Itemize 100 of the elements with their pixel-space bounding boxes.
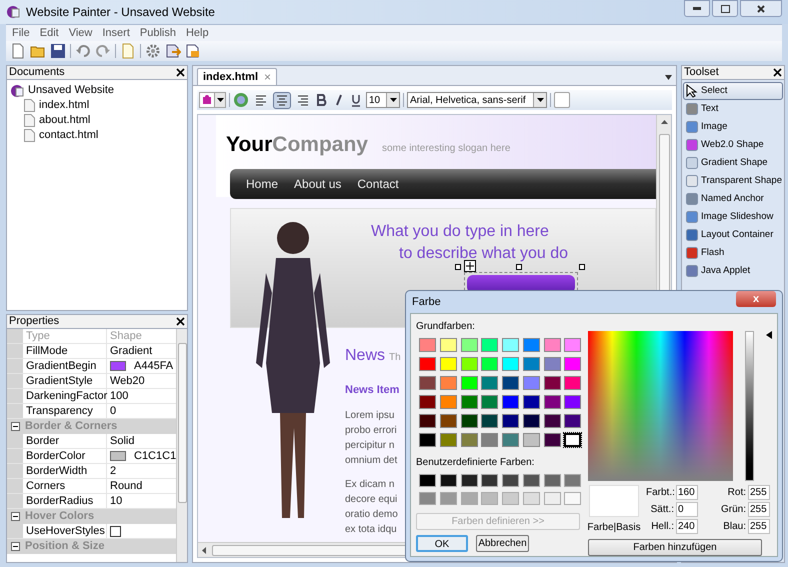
color-swatch[interactable] [522, 414, 540, 428]
color-swatch[interactable] [522, 395, 540, 409]
align-center-button[interactable] [273, 92, 291, 108]
color-swatch[interactable] [544, 474, 560, 487]
gear-icon[interactable] [145, 43, 161, 59]
close-icon[interactable] [176, 68, 185, 77]
cancel-button[interactable]: Abbrechen [476, 535, 529, 552]
color-swatch[interactable] [419, 395, 436, 409]
input-field[interactable]: 240 [676, 519, 698, 534]
color-swatch[interactable] [460, 414, 478, 428]
color-swatch[interactable] [522, 338, 540, 352]
color-swatch[interactable] [460, 433, 478, 447]
color-swatch[interactable] [481, 338, 498, 352]
color-swatch[interactable] [460, 474, 478, 487]
collapse-icon[interactable] [10, 512, 20, 521]
tool-item[interactable]: Flash [683, 244, 783, 262]
collapse-icon[interactable] [10, 542, 20, 551]
color-swatch[interactable] [564, 474, 582, 487]
color-spectrum[interactable] [588, 331, 733, 481]
nav-link[interactable]: Home [246, 174, 278, 192]
property-value[interactable]: Solid [110, 432, 134, 450]
color-swatch[interactable] [419, 433, 436, 447]
color-swatch[interactable] [522, 433, 540, 447]
new-page-icon[interactable] [120, 43, 136, 59]
color-swatch[interactable] [460, 357, 478, 371]
property-row[interactable]: BorderRadius 10 [7, 494, 176, 509]
tree-item[interactable]: about.html [39, 112, 90, 129]
tool-item[interactable]: Web2.0 Shape [683, 136, 783, 154]
color-swatch[interactable] [481, 357, 498, 371]
property-row[interactable]: GradientStyle Web20 [7, 374, 176, 389]
color-swatch[interactable] [481, 376, 498, 390]
color-swatch[interactable] [502, 357, 519, 371]
image-globe-icon[interactable] [233, 92, 249, 108]
tab-close[interactable]: × [264, 68, 272, 86]
property-value[interactable]: 100 [110, 388, 128, 404]
tool-item[interactable]: Gradient Shape [683, 154, 783, 172]
scroll-up-icon[interactable] [660, 120, 668, 124]
property-value[interactable]: Gradient [110, 342, 152, 360]
color-swatch[interactable] [440, 414, 457, 428]
property-row[interactable]: Corners Round [7, 479, 176, 494]
color-swatch[interactable] [419, 474, 436, 487]
color-swatch[interactable] [522, 492, 540, 505]
color-swatch[interactable] [440, 395, 457, 409]
color-swatch[interactable] [544, 414, 560, 428]
close-button[interactable]: x [736, 291, 776, 307]
tool-item[interactable]: Image [683, 118, 783, 136]
property-value[interactable]: A445FA [134, 358, 174, 374]
tool-item[interactable]: Text [683, 100, 783, 118]
resize-handle[interactable] [516, 264, 522, 270]
color-swatch[interactable] [440, 357, 457, 371]
tool-item[interactable]: Select [683, 82, 783, 100]
color-swatch[interactable] [502, 395, 519, 409]
menu-item[interactable]: Help [182, 24, 213, 42]
color-swatch[interactable] [502, 492, 519, 505]
color-swatch[interactable] [522, 474, 540, 487]
color-swatch[interactable] [564, 414, 582, 428]
page-export-icon[interactable] [165, 43, 181, 59]
color-swatch[interactable] [110, 451, 126, 461]
slider-arrow-icon[interactable] [766, 331, 772, 339]
document-tab[interactable]: index.html × [197, 68, 278, 85]
property-row[interactable]: FillMode Gradient [7, 344, 176, 359]
color-swatch[interactable] [544, 376, 560, 390]
property-value[interactable]: 0 [110, 402, 116, 420]
minimize-button[interactable] [684, 0, 710, 17]
move-icon[interactable] [464, 260, 476, 272]
tree-item[interactable]: contact.html [39, 127, 98, 144]
property-value[interactable]: Round [110, 478, 142, 494]
undo-icon[interactable] [75, 43, 91, 59]
color-swatch[interactable] [460, 395, 478, 409]
dropdown-arrow-icon[interactable] [665, 75, 672, 80]
property-row[interactable]: Border Solid [7, 434, 176, 449]
color-swatch[interactable] [502, 433, 519, 447]
color-swatch[interactable] [544, 433, 560, 447]
property-row[interactable]: GradientBegin A445FA [7, 359, 176, 374]
redo-icon[interactable] [95, 43, 111, 59]
close-icon[interactable] [773, 68, 782, 77]
color-swatch[interactable] [564, 338, 582, 352]
menu-item[interactable]: View [64, 24, 96, 42]
resize-handle[interactable] [579, 264, 585, 270]
collapse-icon[interactable] [10, 422, 20, 431]
color-swatch[interactable] [564, 492, 582, 505]
property-row[interactable]: BorderWidth 2 [7, 464, 176, 479]
color-swatch[interactable] [544, 395, 560, 409]
tool-item[interactable]: Transparent Shape [683, 172, 783, 190]
color-swatch[interactable] [419, 376, 436, 390]
color-swatch[interactable] [419, 492, 436, 505]
color-swatch[interactable] [544, 492, 560, 505]
color-swatch[interactable] [502, 338, 519, 352]
tool-item[interactable]: Image Slideshow [683, 208, 783, 226]
color-swatch[interactable] [544, 357, 560, 371]
input-field[interactable]: 0 [676, 502, 698, 517]
tool-item[interactable]: Named Anchor [683, 190, 783, 208]
bold-icon[interactable] [315, 93, 329, 107]
menu-item[interactable]: Insert [98, 24, 134, 42]
text-color-swatch[interactable] [554, 92, 570, 108]
menu-item[interactable]: Publish [136, 24, 180, 42]
color-swatch[interactable] [460, 376, 478, 390]
input-field[interactable]: 255 [748, 485, 770, 500]
property-value[interactable]: C1C1C1 [134, 448, 176, 464]
color-swatch[interactable] [440, 433, 457, 447]
